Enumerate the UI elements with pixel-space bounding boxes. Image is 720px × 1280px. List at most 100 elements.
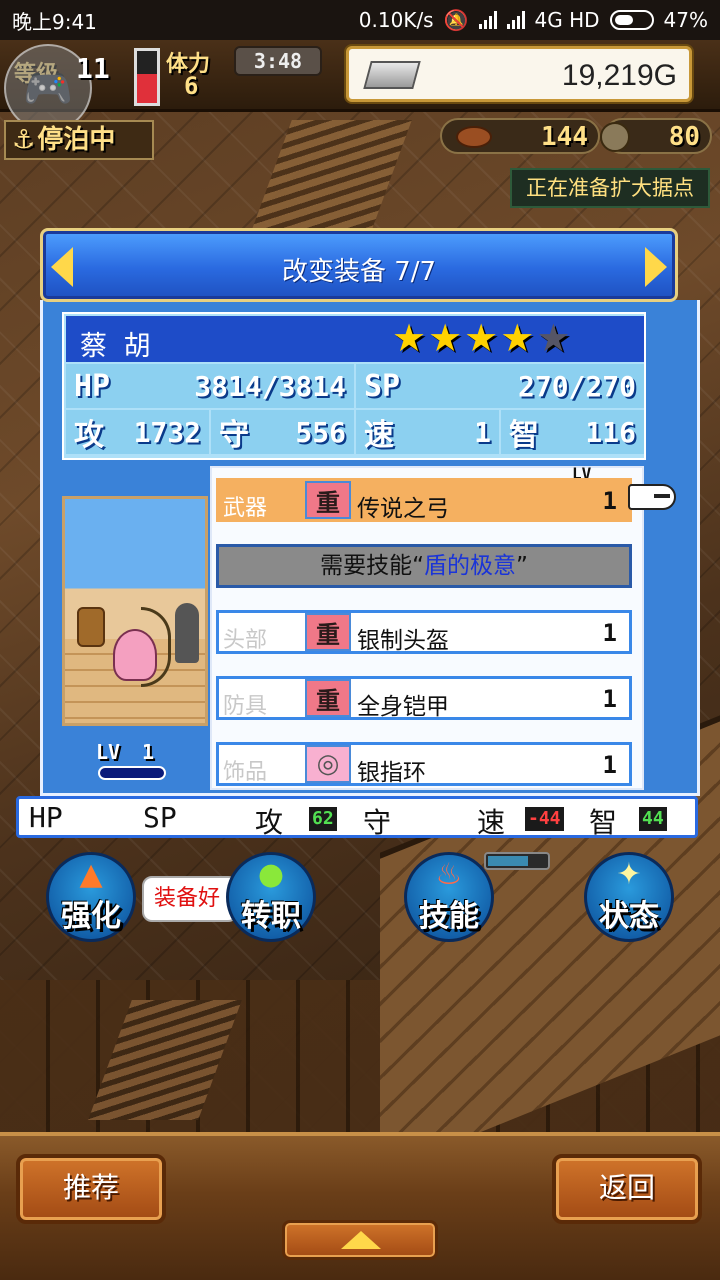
- atk-label: 攻: [74, 418, 104, 453]
- def-cell: 守 556: [211, 410, 354, 454]
- stat-change-row: HP SP 攻 62 守 速 -44 智 44: [16, 796, 698, 839]
- base-expansion-notice[interactable]: 正在准备扩大据点: [510, 168, 710, 208]
- star-icon: ★: [464, 316, 499, 360]
- strengthen-label: 强化: [61, 899, 121, 934]
- signal-icon-2: [506, 11, 525, 29]
- status-button[interactable]: ✦ 状态: [584, 852, 674, 942]
- hp-label: HP: [74, 368, 111, 404]
- expand-menu-button[interactable]: [282, 1220, 438, 1260]
- system-status-bar: 晚上9:41 0.10K/s 🔕 4G HD 47%: [0, 0, 720, 40]
- slot-category: 防具: [223, 694, 268, 719]
- slot-item-level: 1: [602, 751, 617, 779]
- job-change-button[interactable]: ● 转职: [226, 852, 316, 942]
- delta-int-label: 智: [589, 806, 618, 839]
- equip-slot-armor[interactable]: 防具 重 全身铠甲 1: [216, 676, 632, 720]
- flame-icon: ♨: [435, 857, 463, 892]
- delta-atk-label: 攻: [255, 806, 284, 839]
- meat-icon: [456, 126, 492, 148]
- skills-button[interactable]: ♨ 技能: [404, 852, 494, 942]
- dialog-title: 改变装备 7/7: [281, 257, 437, 287]
- recommend-button[interactable]: 推荐: [16, 1154, 166, 1224]
- character-name: 蔡 胡: [80, 331, 155, 362]
- def-value: 556: [295, 415, 346, 449]
- status-time: 晚上9:41: [12, 9, 97, 34]
- delta-atk-value: 62: [309, 807, 337, 831]
- int-cell: 智 116: [501, 410, 644, 454]
- resource-2-value: 80: [668, 122, 700, 152]
- mute-icon: 🔕: [443, 8, 469, 32]
- heavy-badge-icon: 重: [305, 679, 351, 717]
- stamina-value: 6: [184, 72, 199, 100]
- stat-row-hp-sp: HP 3814/3814 SP 270/270: [66, 364, 644, 408]
- anchor-icon: ⚓: [12, 125, 36, 155]
- signal-icon: [478, 11, 497, 29]
- docked-status: ⚓停泊中: [4, 120, 154, 160]
- resource-1-value: 144: [541, 122, 588, 152]
- def-label: 守: [219, 418, 249, 453]
- slot-item-level: 1: [602, 487, 617, 515]
- experience-bar: [98, 766, 166, 780]
- timer-display: 3:48: [234, 46, 322, 76]
- star-icon: ★: [536, 316, 571, 360]
- equip-slot-weapon[interactable]: 武器 重 传说之弓 1: [216, 478, 632, 522]
- leaf-icon: ●: [257, 857, 285, 892]
- skill-gauge: [484, 852, 550, 870]
- slot-item-name: 全身铠甲: [357, 694, 449, 720]
- player-level: 11: [76, 52, 110, 85]
- stamina-gauge: [134, 48, 160, 106]
- sparkle-icon: ✦: [616, 857, 642, 892]
- up-arrow-icon: ▲: [79, 857, 103, 892]
- spd-cell: 速 1: [356, 410, 499, 454]
- spd-label: 速: [364, 418, 394, 453]
- requirement-prefix: 需要技能“: [320, 553, 424, 579]
- net-speed: 0.10K/s: [358, 8, 434, 32]
- next-character-arrow-icon[interactable]: [645, 247, 667, 287]
- equip-slot-head[interactable]: 头部 重 银制头盔 1: [216, 610, 632, 654]
- delta-spd-value: -44: [525, 807, 564, 831]
- silver-bar-icon: [363, 61, 421, 89]
- slot-category: 武器: [223, 496, 268, 521]
- delta-def-label: 守: [363, 806, 392, 839]
- atk-cell: 攻 1732: [66, 410, 209, 454]
- hp-cell: HP 3814/3814: [66, 364, 354, 408]
- heavy-badge-icon: 重: [305, 481, 351, 519]
- int-value: 116: [585, 415, 636, 449]
- spd-value: 1: [474, 415, 491, 449]
- stamina-fill: [137, 74, 157, 103]
- training-dummy-sprite: [175, 603, 199, 663]
- delta-spd-label: 速: [477, 806, 506, 839]
- job-change-label: 转职: [241, 899, 301, 934]
- character-stats-panel: 蔡 胡 ★ ★ ★ ★ ★ HP 3814/3814 SP 270/270 攻 1732…: [62, 312, 646, 460]
- resource-counter-1: 144: [440, 118, 600, 154]
- character-level-value: 1: [142, 740, 155, 764]
- skill-gauge-fill: [488, 856, 528, 866]
- back-button[interactable]: 返回: [552, 1154, 702, 1224]
- character-name-row: 蔡 胡 ★ ★ ★ ★ ★: [66, 316, 644, 362]
- delta-sp-label: SP: [143, 801, 177, 834]
- slot-item-name: 银制头盔: [357, 628, 449, 654]
- int-label: 智: [509, 418, 539, 453]
- star-icon: ★: [392, 316, 427, 360]
- battery-percent: 47%: [663, 8, 708, 32]
- docked-label: 停泊中: [37, 125, 116, 155]
- gold-amount: 19,219G: [561, 59, 677, 92]
- slot-item-name: 银指环: [357, 760, 426, 786]
- stairs-upper: [248, 120, 412, 240]
- resource-counter-2: 80: [600, 118, 712, 154]
- requirement-suffix: ”: [516, 553, 528, 579]
- sp-label: SP: [364, 368, 401, 404]
- sp-cell: SP 270/270: [356, 364, 644, 408]
- battery-icon: [609, 10, 654, 30]
- equip-slot-accessory[interactable]: 饰品 ◎ 银指环 1: [216, 742, 632, 786]
- network-type: 4G HD: [534, 8, 600, 32]
- pointing-hand-icon: [628, 484, 676, 510]
- slot-item-level: 1: [602, 685, 617, 713]
- strengthen-button[interactable]: ▲ 强化: [46, 852, 136, 942]
- character-portrait: [62, 496, 208, 726]
- skills-label: 技能: [419, 899, 479, 934]
- skill-requirement-banner: 需要技能“盾的极意”: [216, 544, 632, 588]
- stat-row-combat: 攻 1732 守 556 速 1 智 116: [66, 410, 644, 454]
- barrel-sprite: [77, 607, 105, 647]
- slot-item-level: 1: [602, 619, 617, 647]
- slot-item-name: 传说之弓: [357, 496, 449, 522]
